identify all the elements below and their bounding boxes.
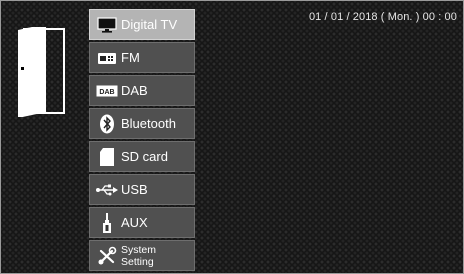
menu-item-label: FM	[121, 50, 140, 65]
menu-item-aux[interactable]: AUX	[89, 207, 195, 238]
usb-icon	[96, 179, 118, 201]
menu-item-sd-card[interactable]: SD card	[89, 141, 195, 172]
radio-icon	[96, 47, 118, 69]
bluetooth-icon	[96, 113, 118, 135]
menu-item-label: AUX	[121, 215, 148, 230]
menu-item-label: Digital TV	[121, 17, 178, 32]
menu-item-label: System Setting	[121, 243, 157, 268]
menu-item-label: Bluetooth	[121, 116, 176, 131]
menu-item-digital-tv[interactable]: Digital TV	[89, 9, 195, 40]
menu-item-label: DAB	[121, 83, 148, 98]
sd-card-icon	[96, 146, 118, 168]
menu-item-system-setting[interactable]: System Setting	[89, 240, 195, 271]
menu-item-fm[interactable]: FM	[89, 42, 195, 73]
source-menu: Digital TV FM DAB DAB Bluetooth SD card …	[89, 9, 195, 273]
menu-item-dab[interactable]: DAB DAB	[89, 75, 195, 106]
back-exit-icon[interactable]	[18, 24, 66, 118]
screen: 01 / 01 / 2018 ( Mon. ) 00 : 00 Digital …	[0, 0, 464, 274]
date-time-display: 01 / 01 / 2018 ( Mon. ) 00 : 00	[308, 11, 457, 23]
tv-icon	[96, 14, 118, 36]
menu-item-usb[interactable]: USB	[89, 174, 195, 205]
aux-jack-icon	[96, 212, 118, 234]
settings-tools-icon	[96, 245, 118, 267]
menu-item-label: SD card	[121, 149, 168, 164]
menu-item-label: USB	[121, 182, 148, 197]
dab-badge-text: DAB	[99, 89, 114, 96]
dab-icon: DAB	[96, 80, 118, 102]
menu-item-bluetooth[interactable]: Bluetooth	[89, 108, 195, 139]
